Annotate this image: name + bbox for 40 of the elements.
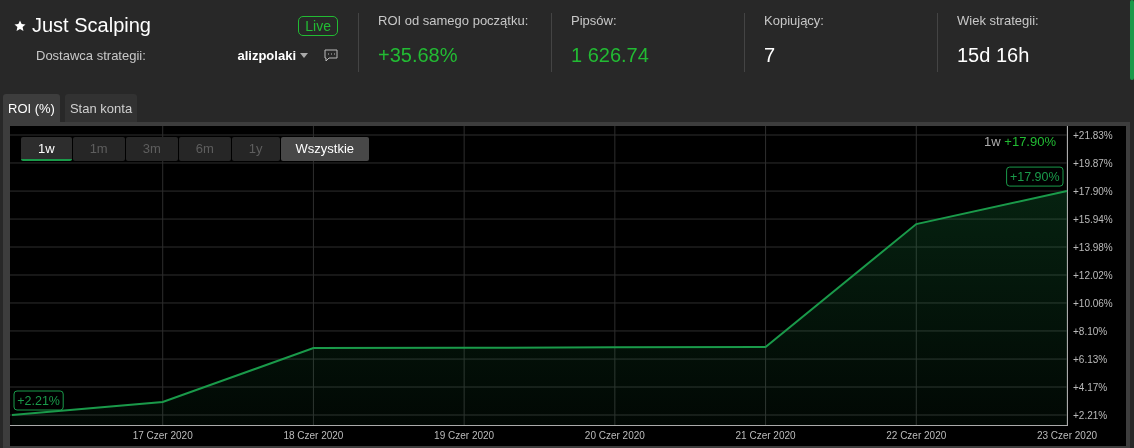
strategy-title: Just Scalping	[32, 14, 152, 37]
x-axis-label: 21 Czer 2020	[735, 430, 796, 441]
value-callout: +2.21%	[13, 390, 64, 411]
stat-label: Pipsów:	[571, 13, 618, 28]
y-axis-label: +8.10%	[1073, 325, 1108, 337]
stat-value: 15d 16h	[957, 44, 1031, 67]
period-summary: 1w +17.90%	[984, 134, 1056, 149]
y-axis-label: +19.87%	[1073, 157, 1113, 169]
chat-icon[interactable]	[324, 49, 338, 62]
chart-tab[interactable]: ROI (%)	[3, 94, 60, 122]
caret-icon	[300, 53, 308, 58]
provider-label: Dostawca strategii:	[36, 48, 147, 63]
x-axis-label: 20 Czer 2020	[584, 430, 645, 441]
y-axis-label: +10.06%	[1073, 297, 1113, 309]
chart-tab[interactable]: Stan konta	[64, 94, 138, 122]
provider-dropdown[interactable]: alizpolaki	[237, 48, 308, 63]
stat-label: Kopiujący:	[764, 13, 825, 28]
y-axis-label: +21.83%	[1073, 130, 1113, 141]
y-axis-label: +4.17%	[1073, 382, 1108, 394]
x-axis-label: 19 Czer 2020	[434, 430, 495, 441]
y-axis-label: +17.90%	[1073, 186, 1113, 198]
range-button[interactable]: Wszystkie	[280, 137, 370, 161]
stat-value: +35.68%	[378, 44, 459, 67]
x-axis-label: 22 Czer 2020	[886, 430, 947, 441]
stat-label: Wiek strategii:	[957, 13, 1040, 28]
y-axis-label: +6.13%	[1073, 354, 1108, 366]
y-axis-label: +15.94%	[1073, 214, 1113, 226]
stat-value: 7	[764, 44, 777, 67]
status-badge: Live	[298, 15, 338, 36]
range-button[interactable]: 1w	[21, 137, 72, 161]
y-axis-label: +2.21%	[1073, 410, 1108, 421]
star-icon[interactable]	[14, 19, 26, 32]
y-axis-label: +13.98%	[1073, 242, 1113, 254]
value-callout: +17.90%	[1006, 166, 1064, 187]
stat-value: 1 626.74	[571, 44, 650, 67]
x-axis-label: 17 Czer 2020	[132, 430, 193, 441]
y-axis-label: +12.02%	[1073, 270, 1113, 281]
x-axis-label: 23 Czer 2020	[1037, 430, 1097, 441]
stat-label: ROI od samego początku:	[378, 13, 530, 28]
x-axis-label: 18 Czer 2020	[283, 430, 344, 441]
